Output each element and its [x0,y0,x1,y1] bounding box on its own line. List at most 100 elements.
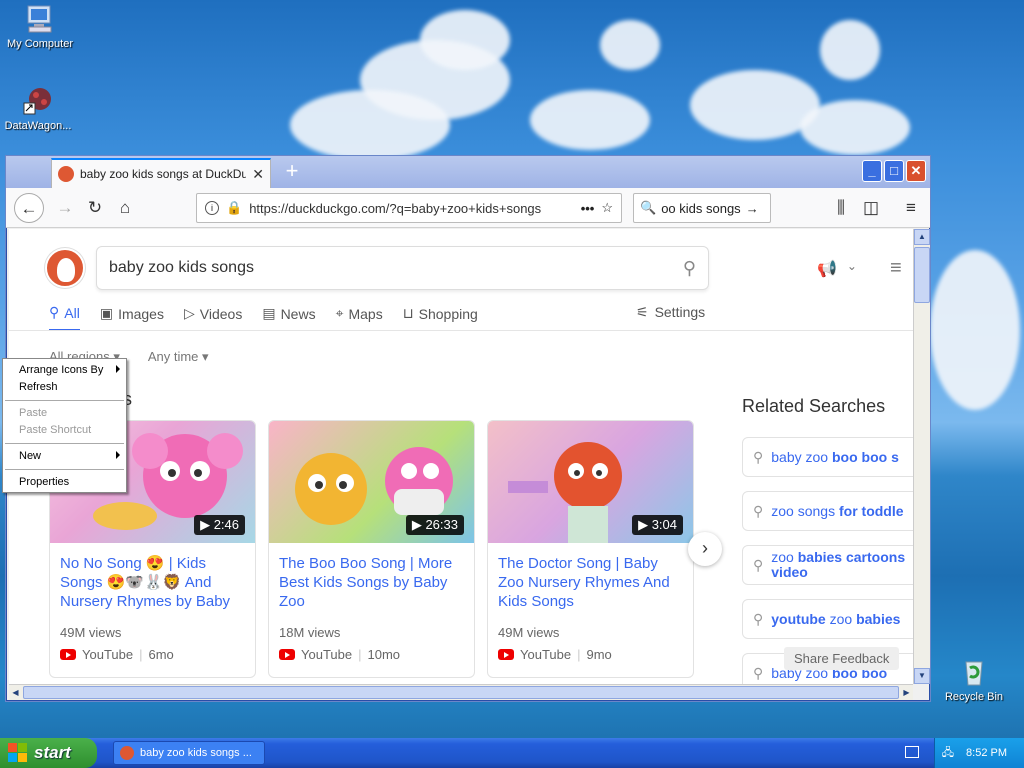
horizontal-scrollbar[interactable]: ◀ ▶ [9,684,913,700]
search-go-icon[interactable]: → [746,201,759,216]
time-filter[interactable]: Any time ▾ [148,349,209,365]
related-search-item[interactable]: ⚲ zoo songs for toddle [742,491,913,531]
menu-item-label: Paste Shortcut [19,424,92,436]
menu-separator [5,400,124,401]
search-bar-text[interactable]: oo kids songs [661,201,741,216]
news-icon: ▤ [262,305,276,321]
search-icon[interactable]: ⚲ [683,258,696,279]
taskbar-item-label: baby zoo kids songs ... [140,747,252,759]
video-card[interactable]: ▶ 3:04 The Doctor Song | Baby Zoo Nurser… [487,420,694,678]
vertical-scrollbar[interactable]: ▲ ▼ [913,229,930,684]
address-bar[interactable]: i 🔒 https://duckduckgo.com/?q=baby+zoo+k… [196,193,622,223]
scroll-right-icon[interactable]: ▶ [900,686,913,699]
menu-item-paste: Paste [3,405,126,422]
video-duration: ▶ 2:46 [194,515,245,535]
search-icon: ⚲ [753,610,764,627]
settings-button[interactable]: ⚟ Settings [636,304,705,321]
play-icon: ▷ [183,305,195,321]
map-pin-icon: ⌖ [335,305,344,321]
share-feedback-button[interactable]: Share Feedback [784,647,900,670]
forward-button[interactable]: → [50,193,80,223]
maximize-button[interactable]: □ [884,160,904,182]
tab-news[interactable]: ▤ News [262,304,315,331]
scroll-down-icon[interactable]: ▼ [914,668,930,684]
recycle-bin-icon [958,656,990,688]
minimize-button[interactable]: _ [862,160,882,182]
tab-images[interactable]: ▣ Images [100,304,164,331]
tab-all[interactable]: ⚲ All [49,304,80,331]
desktop-icon-recycle-bin[interactable]: Recycle Bin [934,656,1014,703]
close-tab-icon[interactable]: ✕ [252,166,264,183]
windows-logo-icon [8,743,28,763]
related-search-item[interactable]: ⚲ zoo babies cartoons video [742,545,913,585]
menu-item-label: Paste [19,407,48,419]
desktop-icon-datawagon[interactable]: DataWagon... [0,85,78,132]
related-search-text: baby zoo boo boo s [771,448,899,465]
source-name: YouTube [520,647,572,662]
tab-label: Shopping [418,305,478,322]
video-views: 49M views [498,625,560,640]
close-button[interactable]: ✕ [906,160,926,182]
video-title[interactable]: The Doctor Song | Baby Zoo Nursery Rhyme… [488,543,693,615]
search-verticals: ⚲ All ▣ Images ▷ Videos ▤ News ⌖ Maps ⊔ Shoppi… [49,304,478,331]
chevron-down-icon: ⌄ [846,259,857,273]
menu-item-refresh[interactable]: Refresh [3,379,126,396]
keyboard-icon[interactable] [905,746,919,758]
menu-item-arrange-icons[interactable]: Arrange Icons By [3,362,126,379]
search-bar[interactable]: 🔍 oo kids songs → [633,193,771,223]
source-name: YouTube [82,647,134,662]
scroll-thumb[interactable] [914,247,930,303]
related-search-text: zoo babies cartoons video [771,550,905,580]
related-bold: boo boo s [831,448,899,465]
carousel-next-button[interactable]: › [688,532,722,566]
divider [9,330,913,331]
menu-item-properties[interactable]: Properties [3,474,126,491]
bookmark-star-icon[interactable]: ☆ [601,200,613,216]
scroll-left-icon[interactable]: ◀ [9,686,22,699]
desktop-icon-my-computer[interactable]: My Computer [0,3,80,50]
hamburger-menu-icon[interactable]: ≡ [890,257,902,280]
time-filter-label: Any time [147,349,199,364]
related-search-item[interactable]: ⚲ baby zoo boo boo s [742,437,913,477]
new-tab-button[interactable]: + [278,159,306,185]
video-source: YouTube | 10mo [269,640,474,662]
page-actions-icon[interactable]: ••• [581,201,595,216]
search-query-text[interactable]: baby zoo kids songs [109,259,683,277]
reload-button[interactable]: ↻ [80,193,110,223]
menu-item-new[interactable]: New [3,448,126,465]
announcements-dropdown[interactable]: 📢 ⌄ [817,259,857,279]
sidebar-icon[interactable]: ◫ [856,193,886,223]
tab-videos[interactable]: ▷ Videos [184,304,242,331]
scroll-up-icon[interactable]: ▲ [914,229,930,245]
video-card[interactable]: ▶ 26:33 The Boo Boo Song | More Best Kid… [268,420,475,678]
taskbar-item-browser[interactable]: baby zoo kids songs ... [113,741,265,765]
video-views: 49M views [60,625,122,640]
image-icon: ▣ [99,305,114,321]
start-button[interactable]: start [0,738,97,768]
related-search-item[interactable]: ⚲ youtube zoo babies [742,599,913,639]
clock[interactable]: 8:52 PM [966,747,1007,759]
library-icon[interactable]: ⫼ [826,193,856,223]
video-title[interactable]: The Boo Boo Song | More Best Kids Songs … [269,543,474,615]
home-icon[interactable]: ⌂ [110,193,140,223]
duration-text: 2:46 [213,517,239,532]
menu-icon[interactable]: ≡ [896,193,926,223]
tab-label: Maps [348,305,383,322]
duckduckgo-logo[interactable] [45,248,85,288]
browser-app-icon [120,746,134,760]
video-title[interactable]: No No Song 😍 | Kids Songs 😍🐨🐰🦁 And Nurse… [50,543,255,615]
back-button[interactable]: ← [14,193,44,223]
tab-maps[interactable]: ⌖ Maps [336,304,383,331]
menu-item-label: Arrange Icons By [19,364,104,376]
browser-tab[interactable]: baby zoo kids songs at DuckDuckGo ✕ [51,158,271,188]
url-text[interactable]: https://duckduckgo.com/?q=baby+zoo+kids+… [249,201,574,216]
network-icon[interactable]: 🖧 [942,744,954,763]
tab-label: Videos [199,305,243,322]
info-icon[interactable]: i [205,201,219,215]
video-thumbnail[interactable]: ▶ 3:04 [488,421,693,543]
duration-text: 3:04 [651,517,677,532]
query-search-box[interactable]: baby zoo kids songs ⚲ [96,246,709,290]
tab-shopping[interactable]: ⊔ Shopping [403,304,478,331]
scroll-thumb[interactable] [23,686,899,699]
video-thumbnail[interactable]: ▶ 26:33 [269,421,474,543]
